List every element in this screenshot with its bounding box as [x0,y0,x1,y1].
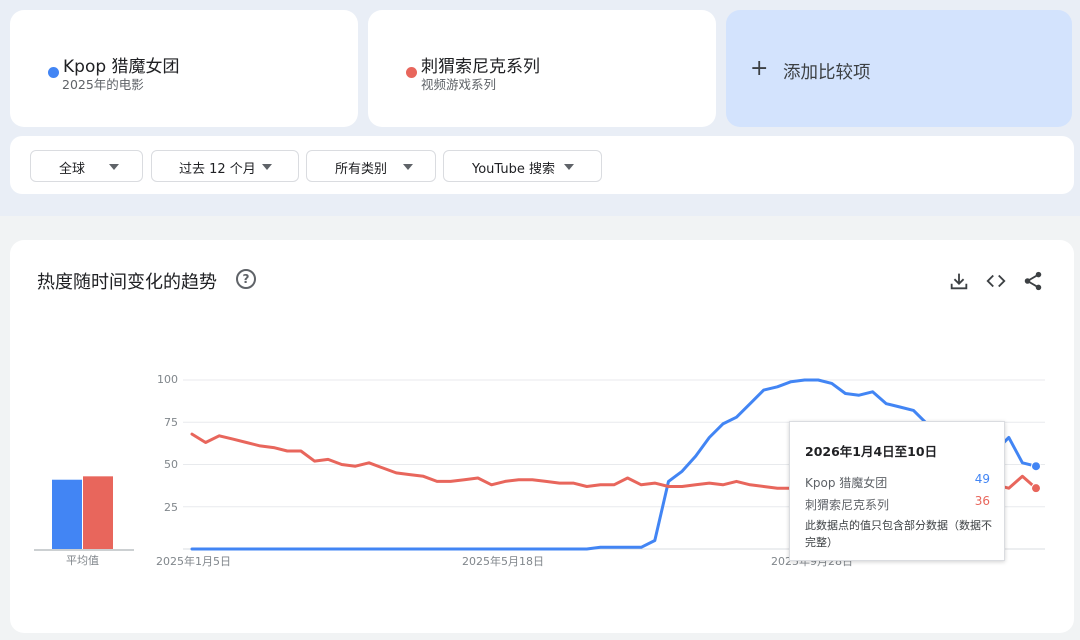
tooltip-series-value: 36 [974,494,990,508]
tooltip-series-value: 49 [974,472,990,486]
tooltip-partial-data-note: 此数据点的值只包含部分数据（数据不完整） [805,519,992,549]
data-point-tooltip: 2026年1月4日至10日 Kpop 猎魔女团 49 刺猬索尼克系列 36 此数… [789,421,1005,561]
average-bar [52,479,82,549]
tooltip-series-name: Kpop 猎魔女团 [805,476,888,490]
y-tick-label: 50 [164,458,178,471]
y-tick-label: 25 [164,501,178,514]
tooltip-date: 2026年1月4日至10日 [805,444,938,459]
average-bar [83,476,113,549]
x-tick-label: 2025年1月5日 [156,555,231,568]
series-end-point [1031,461,1041,472]
y-tick-label: 100 [157,373,178,386]
x-tick-label: 2025年5月18日 [462,555,544,568]
tooltip-series-name: 刺猬索尼克系列 [805,498,890,512]
average-label: 平均值 [66,554,99,567]
y-tick-label: 75 [164,416,178,429]
series-end-point [1031,483,1041,494]
